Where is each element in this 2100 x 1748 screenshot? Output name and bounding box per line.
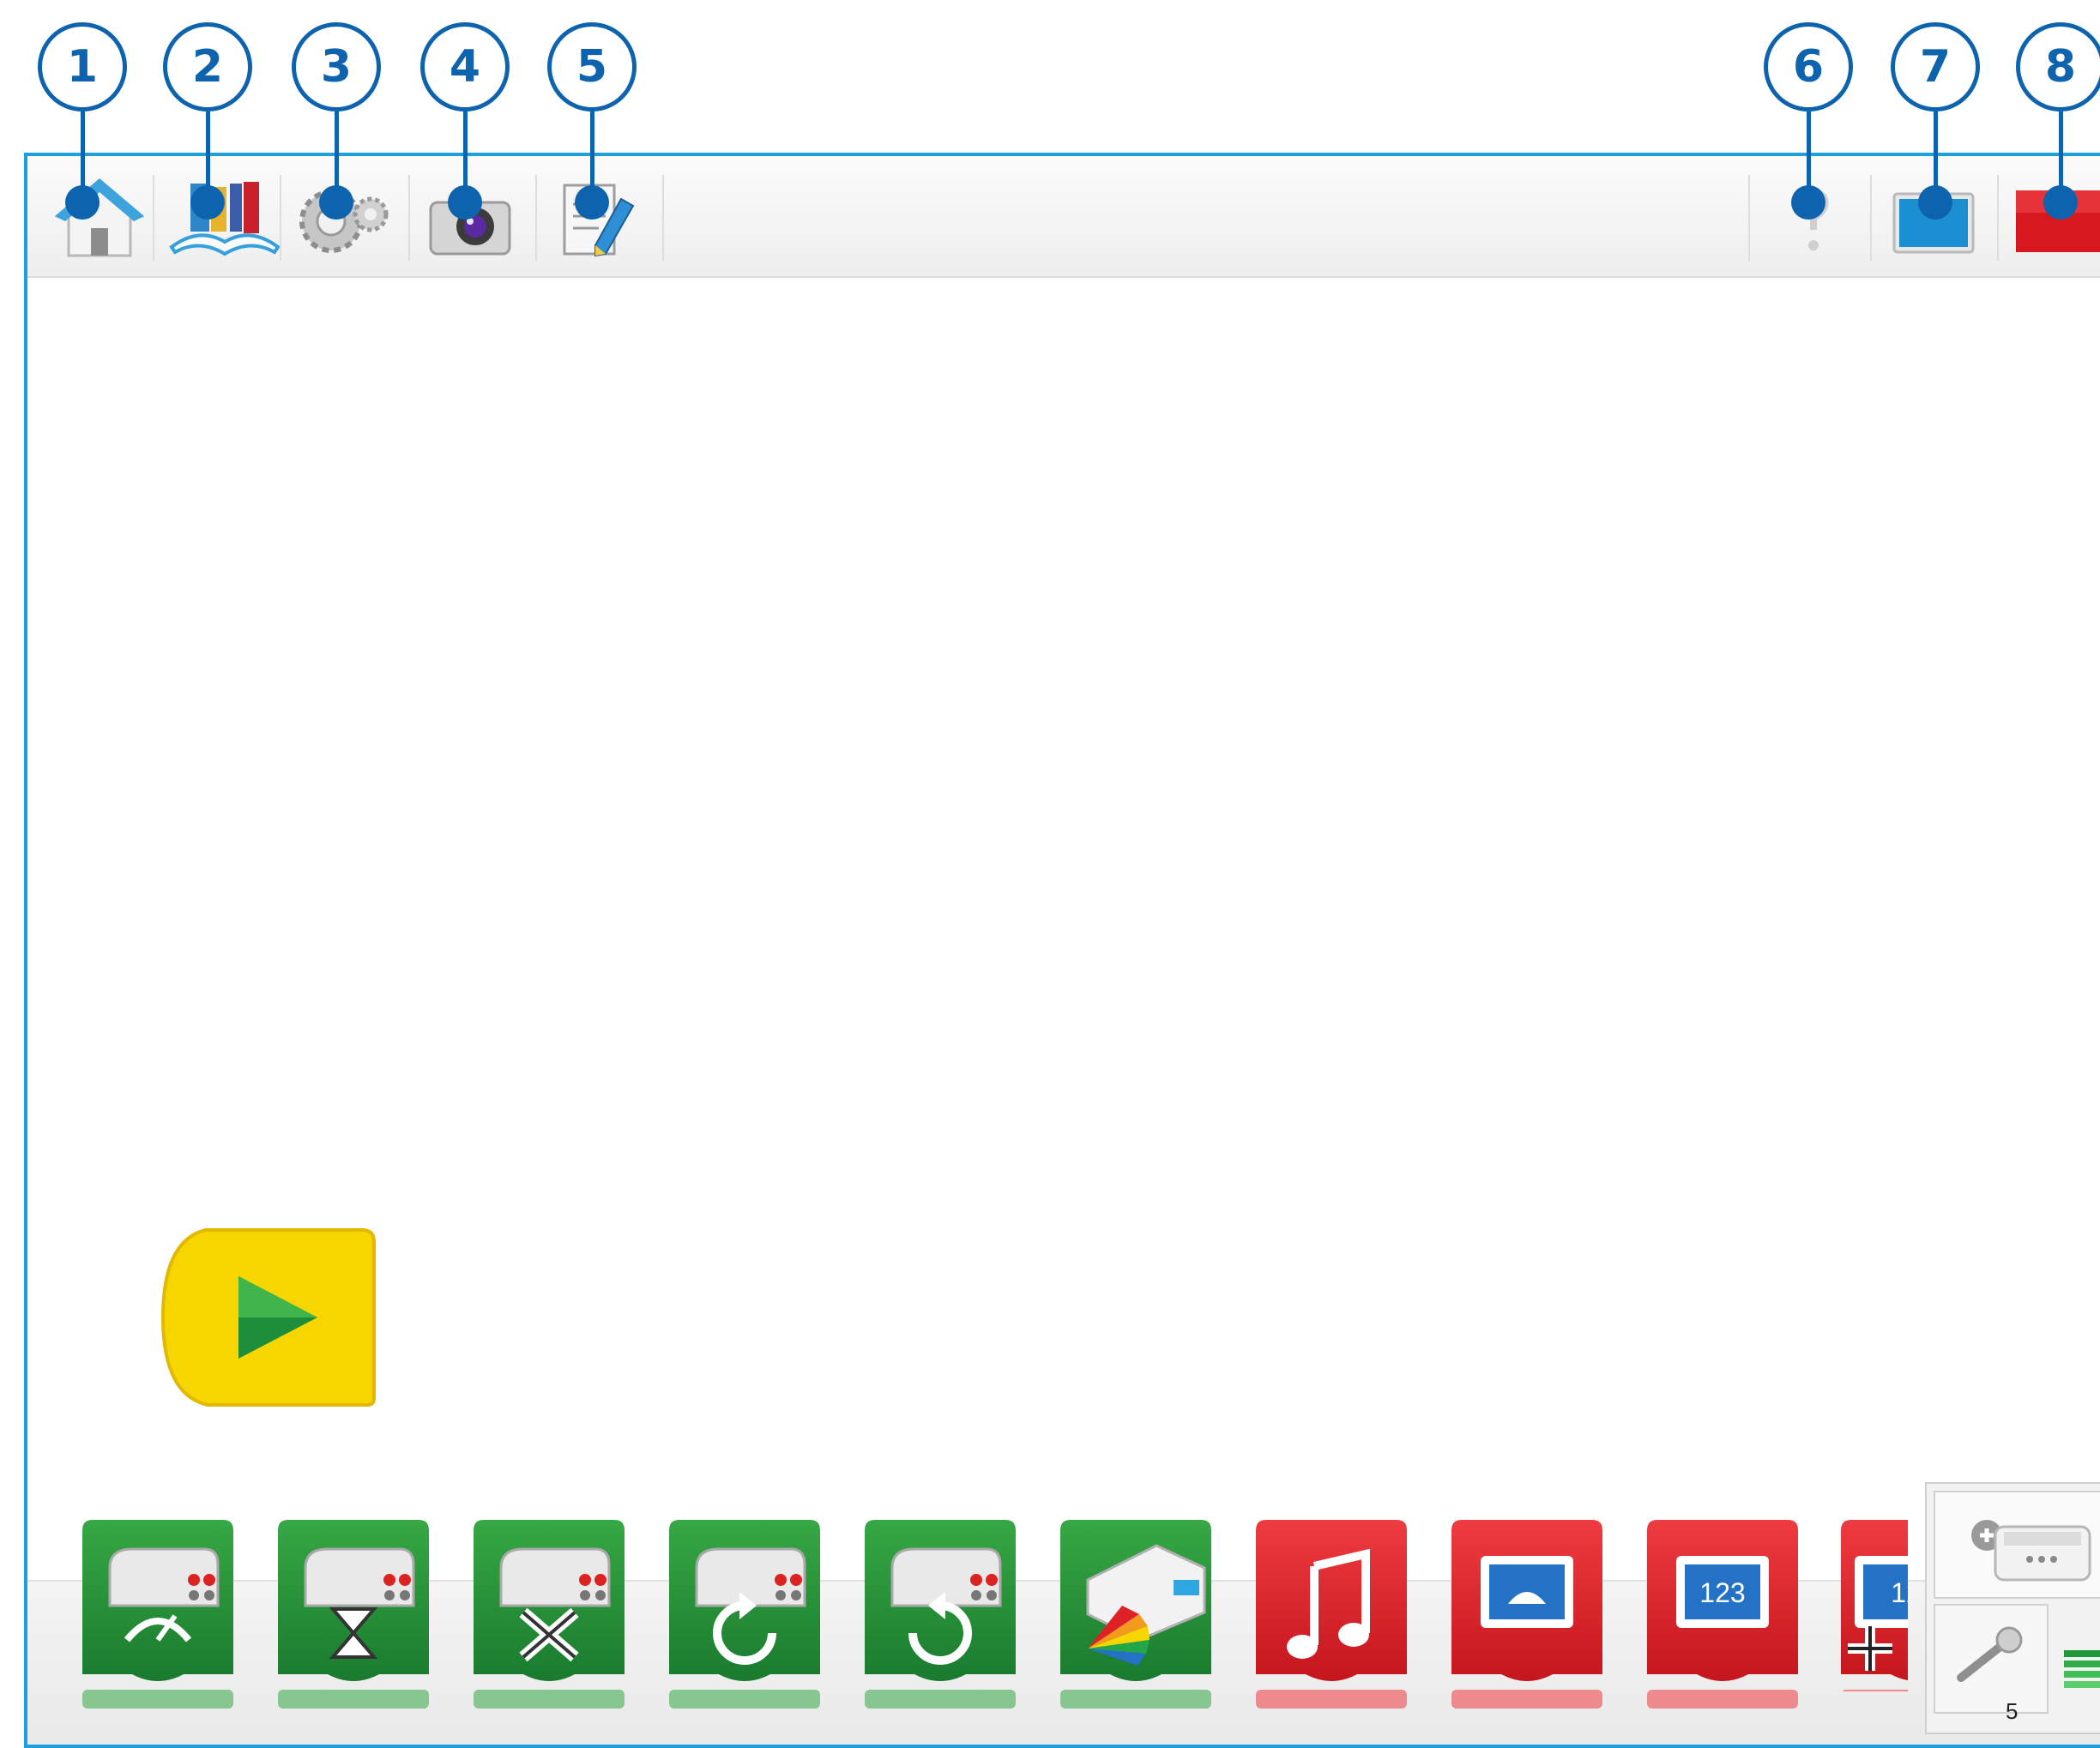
rotate-left-icon (669, 1520, 820, 1709)
display-number-block[interactable]: 123 (1640, 1520, 1805, 1709)
callout-dot (65, 185, 100, 220)
home-button[interactable] (51, 173, 148, 262)
motor-direction-right-block[interactable] (858, 1520, 1023, 1709)
level-indicator (2061, 1647, 2100, 1698)
motor-on-for-block[interactable] (271, 1520, 436, 1709)
callout-4: 4 (420, 22, 510, 112)
speedometer-icon (82, 1520, 233, 1709)
motor-direction-left-block[interactable] (662, 1520, 827, 1709)
toolbar-separator (153, 175, 154, 261)
plus-icon: 12 (1841, 1520, 1908, 1691)
callout-2: 2 (163, 22, 252, 112)
microphone-icon (1957, 1626, 2023, 1682)
home-icon (55, 178, 144, 257)
motor-off-block[interactable] (467, 1520, 631, 1709)
svg-text:12: 12 (1891, 1577, 1908, 1608)
light-block[interactable] (1053, 1520, 1218, 1709)
callout-3: 3 (292, 22, 381, 112)
lobby-book-icon (169, 182, 281, 256)
app-window (24, 153, 2100, 1748)
toolbar-separator (408, 175, 410, 261)
callout-8: 8 (2016, 22, 2100, 112)
cross-icon (474, 1520, 625, 1709)
programming-canvas[interactable] (27, 278, 2100, 1582)
palette-page-number: 5 (2006, 1698, 2019, 1724)
picture-icon (1451, 1520, 1602, 1709)
callout-dot (1791, 185, 1825, 220)
music-note-icon (1256, 1520, 1407, 1709)
callout-1: 1 (38, 22, 127, 112)
motor-power-block[interactable] (75, 1520, 240, 1709)
callout-dot (575, 185, 609, 220)
toolbar-separator (662, 175, 664, 261)
callout-dot (2043, 185, 2078, 220)
toolbar-separator (1870, 175, 1872, 261)
add-smarthub-button[interactable] (1934, 1491, 2100, 1599)
toolbar-separator (535, 175, 537, 261)
callout-dot (448, 185, 482, 220)
level-bars-icon (2064, 1650, 2100, 1688)
toolbar-separator (1748, 175, 1750, 261)
display-add-block[interactable]: 12 (1834, 1520, 1908, 1691)
color-fan-icon (1060, 1520, 1211, 1709)
callout-dot (190, 185, 225, 220)
display-background-block[interactable] (1445, 1520, 1609, 1709)
smarthub-icon (1971, 1520, 2091, 1582)
play-sound-block[interactable] (1249, 1520, 1414, 1709)
hourglass-icon (278, 1520, 429, 1709)
toolbar-separator (280, 175, 281, 261)
toolbar-separator (1997, 175, 1999, 261)
number-display-icon: 123 (1647, 1520, 1798, 1709)
callout-dot (1918, 185, 1952, 220)
microphone-sensor-button[interactable] (1934, 1604, 2049, 1714)
callout-7: 7 (1891, 22, 1980, 112)
callout-dot (319, 185, 353, 220)
callout-5: 5 (547, 22, 637, 112)
palette-side-panel (1925, 1482, 2100, 1734)
svg-text:123: 123 (1699, 1577, 1745, 1608)
callout-6: 6 (1764, 22, 1853, 112)
start-block[interactable] (158, 1223, 377, 1408)
rotate-right-icon (865, 1520, 1016, 1709)
